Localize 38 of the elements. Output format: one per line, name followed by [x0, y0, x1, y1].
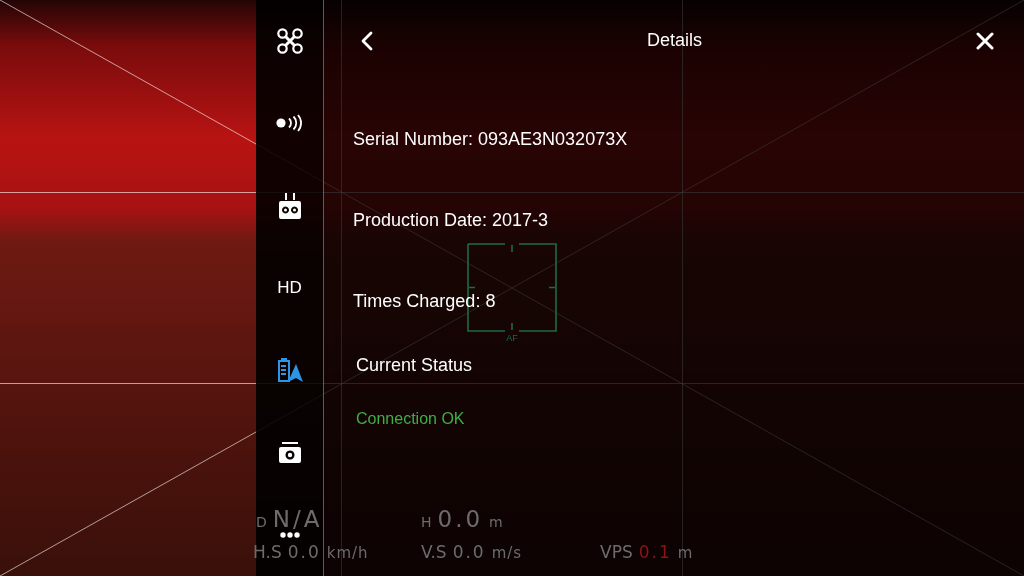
telemetry-unit: m [489, 515, 504, 529]
hd-tab[interactable]: HD [277, 279, 302, 297]
telemetry-value: 0.0 [287, 544, 321, 561]
status-heading: Current Status [356, 355, 473, 377]
telemetry-value: N/A [272, 508, 323, 531]
telemetry-label: H [421, 515, 432, 529]
telemetry-label: H.S [253, 544, 282, 561]
remote-controller-icon [278, 192, 301, 219]
more-button[interactable] [279, 531, 300, 538]
detail-text: Production Date: 2017-3 [353, 209, 549, 232]
telemetry-value: 0.1 [638, 544, 672, 561]
battery-tab[interactable] [276, 358, 303, 383]
telemetry-unit: m/s [491, 546, 523, 561]
battery-icon [276, 358, 303, 383]
telemetry-unit: km/h [326, 546, 369, 561]
telemetry-label: VPS [600, 544, 633, 561]
detail-text: Serial Number: 093AE3N032073X [353, 128, 628, 151]
panel-title: Details [647, 30, 702, 52]
telemetry-label: V.S [421, 544, 447, 561]
telemetry-value: 0.0 [452, 544, 486, 561]
close-button[interactable] [976, 32, 994, 50]
close-icon [976, 32, 994, 50]
telemetry-value: 0.0 [437, 508, 484, 531]
autofocus-label: AF [506, 334, 518, 343]
controller-tab[interactable] [278, 192, 301, 219]
more-icon [279, 531, 300, 538]
telemetry-label: D [256, 515, 267, 529]
transmission-tab[interactable] [275, 114, 304, 133]
camera-icon [278, 442, 301, 464]
telemetry-unit: m [677, 546, 694, 561]
aircraft-tab[interactable] [276, 28, 303, 55]
detail-text: Times Charged: 8 [353, 290, 496, 313]
back-chevron-icon [361, 31, 373, 51]
back-button[interactable] [361, 31, 373, 51]
drone-icon [276, 28, 303, 55]
status-message: Connection OK [356, 408, 465, 428]
signal-icon [275, 114, 304, 133]
camera-tab[interactable] [278, 442, 301, 464]
